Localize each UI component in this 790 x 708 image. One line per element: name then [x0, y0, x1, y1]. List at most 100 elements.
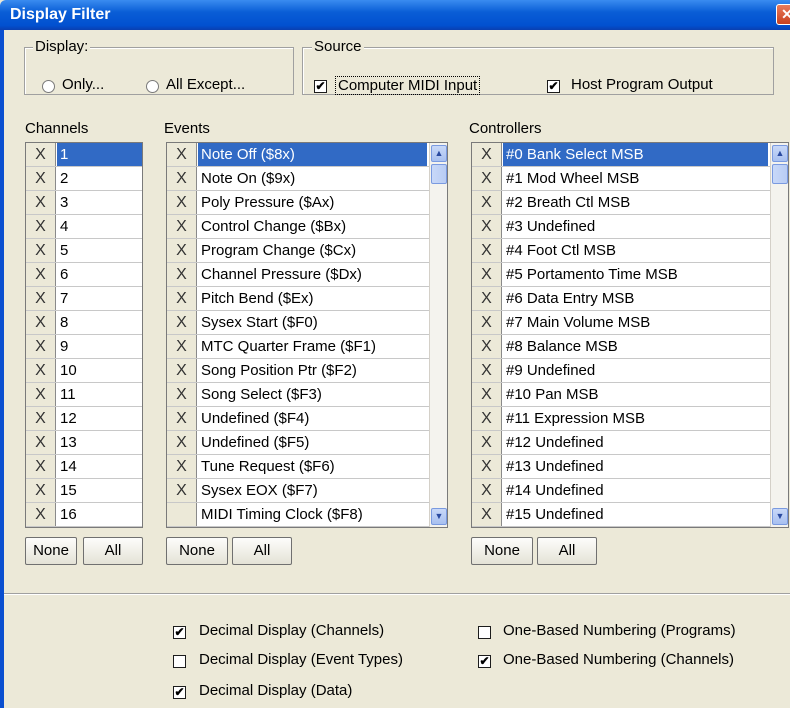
toggle-button[interactable]: X [26, 503, 56, 526]
list-item[interactable]: X 16 [26, 503, 142, 527]
events-none-button[interactable]: None [166, 537, 228, 565]
list-item[interactable]: X #11 Expression MSB [472, 407, 788, 431]
list-item[interactable]: X #15 Undefined [472, 503, 788, 527]
list-item[interactable]: X 14 [26, 455, 142, 479]
toggle-button[interactable]: X [26, 455, 56, 478]
list-item[interactable]: X4 [26, 215, 142, 239]
list-item[interactable]: X 10 [26, 359, 142, 383]
list-item[interactable]: X #6 Data Entry MSB [472, 287, 788, 311]
toggle-button[interactable]: X [472, 287, 502, 310]
toggle-button[interactable]: X [26, 143, 56, 166]
toggle-button[interactable]: X [472, 215, 502, 238]
list-item[interactable]: X5 [26, 239, 142, 263]
toggle-button[interactable]: X [26, 287, 56, 310]
toggle-button[interactable]: X [167, 191, 197, 214]
toggle-button[interactable]: X [472, 191, 502, 214]
one-based-programs-checkbox[interactable] [478, 626, 491, 639]
list-item[interactable]: X7 [26, 287, 142, 311]
list-item[interactable]: X #10 Pan MSB [472, 383, 788, 407]
toggle-button[interactable]: X [167, 479, 197, 502]
list-item[interactable]: X Sysex Start ($F0) [167, 311, 447, 335]
toggle-button[interactable]: X [26, 311, 56, 334]
toggle-button[interactable]: X [472, 383, 502, 406]
toggle-button[interactable]: X [167, 455, 197, 478]
list-item[interactable]: X Undefined ($F4) [167, 407, 447, 431]
events-list[interactable]: X Note Off ($8x) X Note On ($9x) X Poly Press… [166, 142, 448, 528]
toggle-button[interactable]: X [472, 479, 502, 502]
toggle-button[interactable]: X [26, 479, 56, 502]
scrollbar[interactable]: ▲ ▼ [770, 143, 788, 527]
host-program-output-checkbox[interactable]: ✔ [547, 80, 560, 93]
list-item[interactable]: X #9 Undefined [472, 359, 788, 383]
one-based-channels-checkbox[interactable]: ✔ [478, 655, 491, 668]
controllers-all-button[interactable]: All [537, 537, 597, 565]
toggle-button[interactable]: X [167, 311, 197, 334]
list-item[interactable]: X Control Change ($Bx) [167, 215, 447, 239]
list-item[interactable]: X #7 Main Volume MSB [472, 311, 788, 335]
toggle-button[interactable]: X [167, 215, 197, 238]
computer-midi-input-checkbox[interactable]: ✔ [314, 80, 327, 93]
radio-only[interactable] [42, 80, 55, 93]
list-item[interactable]: X #5 Portamento Time MSB [472, 263, 788, 287]
toggle-button[interactable]: X [472, 359, 502, 382]
list-item[interactable]: X Sysex EOX ($F7) [167, 479, 447, 503]
list-item[interactable]: X Pitch Bend ($Ex) [167, 287, 447, 311]
toggle-button[interactable] [167, 503, 197, 526]
list-item[interactable]: X1 [26, 143, 142, 167]
list-item[interactable]: X 15 [26, 479, 142, 503]
events-all-button[interactable]: All [232, 537, 292, 565]
list-item[interactable]: X6 [26, 263, 142, 287]
list-item[interactable]: X #8 Balance MSB [472, 335, 788, 359]
list-item[interactable]: X MTC Quarter Frame ($F1) [167, 335, 447, 359]
scrollbar[interactable]: ▲ ▼ [429, 143, 447, 527]
scroll-down-icon[interactable]: ▼ [431, 508, 447, 525]
toggle-button[interactable]: X [167, 167, 197, 190]
list-item[interactable]: X #12 Undefined [472, 431, 788, 455]
close-button[interactable]: ✕ [776, 4, 790, 25]
toggle-button[interactable]: X [472, 431, 502, 454]
toggle-button[interactable]: X [167, 263, 197, 286]
toggle-button[interactable]: X [472, 407, 502, 430]
toggle-button[interactable]: X [26, 215, 56, 238]
list-item[interactable]: X #1 Mod Wheel MSB [472, 167, 788, 191]
list-item[interactable]: X Song Select ($F3) [167, 383, 447, 407]
toggle-button[interactable]: X [26, 239, 56, 262]
list-item[interactable]: X Program Change ($Cx) [167, 239, 447, 263]
toggle-button[interactable]: X [26, 167, 56, 190]
channels-none-button[interactable]: None [25, 537, 77, 565]
decimal-data-checkbox[interactable]: ✔ [173, 686, 186, 699]
toggle-button[interactable]: X [167, 359, 197, 382]
list-item[interactable]: X3 [26, 191, 142, 215]
toggle-button[interactable]: X [26, 263, 56, 286]
toggle-button[interactable]: X [167, 383, 197, 406]
list-item[interactable]: X #4 Foot Ctl MSB [472, 239, 788, 263]
list-item[interactable]: X #0 Bank Select MSB [472, 143, 788, 167]
toggle-button[interactable]: X [26, 191, 56, 214]
scroll-up-icon[interactable]: ▲ [772, 145, 788, 162]
toggle-button[interactable]: X [167, 143, 197, 166]
list-item[interactable]: X2 [26, 167, 142, 191]
scroll-up-icon[interactable]: ▲ [431, 145, 447, 162]
list-item[interactable]: X Note Off ($8x) [167, 143, 447, 167]
toggle-button[interactable]: X [472, 335, 502, 358]
list-item[interactable]: X 13 [26, 431, 142, 455]
toggle-button[interactable]: X [26, 407, 56, 430]
toggle-button[interactable]: X [26, 359, 56, 382]
toggle-button[interactable]: X [26, 383, 56, 406]
toggle-button[interactable]: X [167, 239, 197, 262]
toggle-button[interactable]: X [472, 143, 502, 166]
channels-list[interactable]: X 1 X 2 X 3 X 4 X 5 X 6 X 7 X 8 X 9 X 10 X 11 X 12 X 13 X 14 X 15 X 16 [25, 142, 143, 528]
controllers-none-button[interactable]: None [471, 537, 533, 565]
channels-all-button[interactable]: All [83, 537, 143, 565]
list-item[interactable]: X8 [26, 311, 142, 335]
list-item[interactable]: X Song Position Ptr ($F2) [167, 359, 447, 383]
toggle-button[interactable]: X [472, 263, 502, 286]
scroll-thumb[interactable] [431, 164, 447, 184]
toggle-button[interactable]: X [472, 167, 502, 190]
toggle-button[interactable]: X [167, 335, 197, 358]
controllers-list[interactable]: X #0 Bank Select MSB X #1 Mod Wheel MSB X #2 … [471, 142, 789, 528]
scroll-down-icon[interactable]: ▼ [772, 508, 788, 525]
toggle-button[interactable]: X [26, 431, 56, 454]
toggle-button[interactable]: X [167, 407, 197, 430]
list-item[interactable]: X Channel Pressure ($Dx) [167, 263, 447, 287]
